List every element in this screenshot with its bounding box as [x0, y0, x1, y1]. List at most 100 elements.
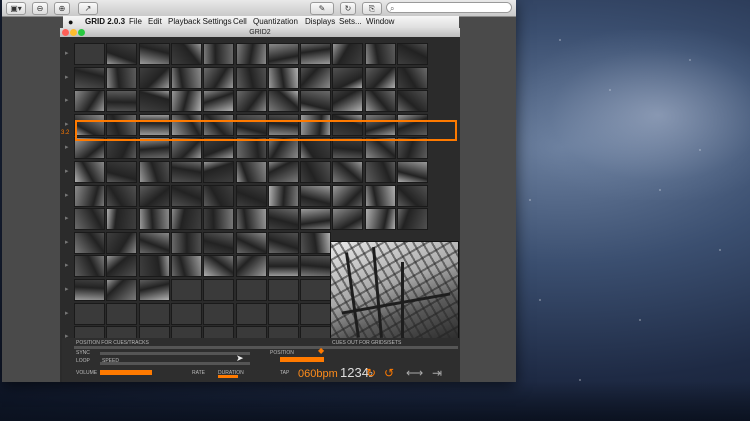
grid-cell[interactable]: [74, 302, 105, 325]
grid-cell[interactable]: [397, 208, 428, 231]
grid-cell[interactable]: [170, 184, 202, 207]
grid-cell[interactable]: [300, 231, 332, 254]
grid-cell[interactable]: [267, 184, 299, 207]
duration-slider[interactable]: [218, 375, 238, 378]
grid-cell[interactable]: [106, 208, 138, 231]
grid-cell[interactable]: [235, 161, 267, 183]
rotate-button[interactable]: ↻: [340, 2, 356, 15]
grid-cell[interactable]: [170, 66, 202, 89]
grid-cell[interactable]: [300, 279, 332, 301]
position-track[interactable]: [74, 346, 458, 349]
edit-button[interactable]: ⎘: [362, 2, 382, 15]
grid-cell[interactable]: [170, 302, 202, 325]
bounce-icon[interactable]: ⟷: [406, 366, 423, 380]
grid-cell[interactable]: [74, 208, 105, 231]
grid-cell[interactable]: [203, 66, 235, 89]
grid-cell[interactable]: [106, 279, 138, 301]
grid-cell[interactable]: [364, 161, 396, 183]
grid-cell[interactable]: [170, 208, 202, 231]
grid-cell[interactable]: [170, 255, 202, 278]
grid-cell[interactable]: [138, 184, 170, 207]
grid-cell[interactable]: [170, 231, 202, 254]
grid-cell[interactable]: [203, 279, 235, 301]
grid-cell[interactable]: [300, 184, 332, 207]
grid-cell[interactable]: [397, 43, 428, 65]
grid-cell[interactable]: [267, 66, 299, 89]
grid-cell[interactable]: [235, 279, 267, 301]
volume-slider[interactable]: [100, 370, 152, 375]
grid-cell[interactable]: [364, 208, 396, 231]
grid-cell[interactable]: [364, 184, 396, 207]
grid-cell[interactable]: [138, 302, 170, 325]
minimize-icon[interactable]: [70, 29, 77, 36]
menu-edit[interactable]: Edit: [148, 16, 162, 28]
search-field[interactable]: ⌕: [386, 2, 512, 13]
menu-cell[interactable]: Cell: [233, 16, 247, 28]
grid-cell[interactable]: [397, 66, 428, 89]
grid-cell[interactable]: [170, 90, 202, 113]
grid-cell[interactable]: [106, 231, 138, 254]
grid-cell[interactable]: [364, 90, 396, 113]
preview-image-rollercoaster[interactable]: [330, 241, 459, 339]
grid-cell[interactable]: [138, 279, 170, 301]
grid-cell[interactable]: [106, 43, 138, 65]
grid-cell[interactable]: [235, 43, 267, 65]
grid-cell[interactable]: [106, 66, 138, 89]
menu-file[interactable]: File: [129, 16, 142, 28]
grid-cell[interactable]: [300, 255, 332, 278]
grid-cell[interactable]: [332, 161, 364, 183]
grid-cell[interactable]: [106, 255, 138, 278]
grid-cell[interactable]: [74, 66, 105, 89]
grid-cell[interactable]: [170, 43, 202, 65]
grid-cell[interactable]: [397, 184, 428, 207]
grid-cell[interactable]: [300, 161, 332, 183]
grid-cell[interactable]: [267, 302, 299, 325]
grid-cell[interactable]: [235, 66, 267, 89]
grid-cell[interactable]: [203, 208, 235, 231]
share-button[interactable]: ↗: [78, 2, 98, 15]
menu-displays[interactable]: Displays: [305, 16, 335, 28]
grid-cell[interactable]: [106, 90, 138, 113]
grid-cell[interactable]: [170, 279, 202, 301]
grid-cell[interactable]: [235, 90, 267, 113]
grid-cell[interactable]: [203, 231, 235, 254]
grid-cell[interactable]: [235, 184, 267, 207]
grid-cell[interactable]: [74, 255, 105, 278]
sidebar-toggle-button[interactable]: ▣▾: [6, 2, 26, 15]
position-slider[interactable]: [280, 357, 324, 362]
reverse-mode-icon[interactable]: ↺: [384, 366, 394, 380]
grid-cell[interactable]: [106, 184, 138, 207]
playhead-icon[interactable]: ◆: [318, 346, 324, 355]
zoom-icon[interactable]: [78, 29, 85, 36]
grid-cell[interactable]: [74, 279, 105, 301]
grid-cell[interactable]: [203, 255, 235, 278]
grid-cell[interactable]: [300, 208, 332, 231]
grid-cell[interactable]: [300, 90, 332, 113]
grid-cell[interactable]: [138, 161, 170, 183]
grid-cell[interactable]: [203, 161, 235, 183]
grid-cell[interactable]: [138, 255, 170, 278]
grid-cell[interactable]: [74, 184, 105, 207]
grid-cell[interactable]: [267, 231, 299, 254]
grid-cell[interactable]: [106, 302, 138, 325]
grid-cell[interactable]: [138, 90, 170, 113]
grid-cell[interactable]: [203, 43, 235, 65]
grid-cell[interactable]: [74, 161, 105, 183]
menu-quantization[interactable]: Quantization: [253, 16, 298, 28]
grid-cell[interactable]: [300, 302, 332, 325]
grid-cell[interactable]: [332, 90, 364, 113]
grid-cell[interactable]: [170, 161, 202, 183]
grid-cell[interactable]: [332, 43, 364, 65]
grid-cell[interactable]: [332, 184, 364, 207]
grid-cell[interactable]: [235, 208, 267, 231]
loop-mode-icon[interactable]: ↻: [366, 366, 376, 380]
grid-cell[interactable]: [332, 66, 364, 89]
grid-cell[interactable]: [300, 43, 332, 65]
menu-sets[interactable]: Sets...: [339, 16, 362, 28]
menu-playback-settings[interactable]: Playback Settings: [168, 16, 232, 28]
grid-cell[interactable]: [203, 90, 235, 113]
grid-cell[interactable]: [235, 302, 267, 325]
grid-cell[interactable]: [267, 161, 299, 183]
grid-cell[interactable]: [397, 161, 428, 183]
forward-end-icon[interactable]: ⇥: [432, 366, 442, 380]
